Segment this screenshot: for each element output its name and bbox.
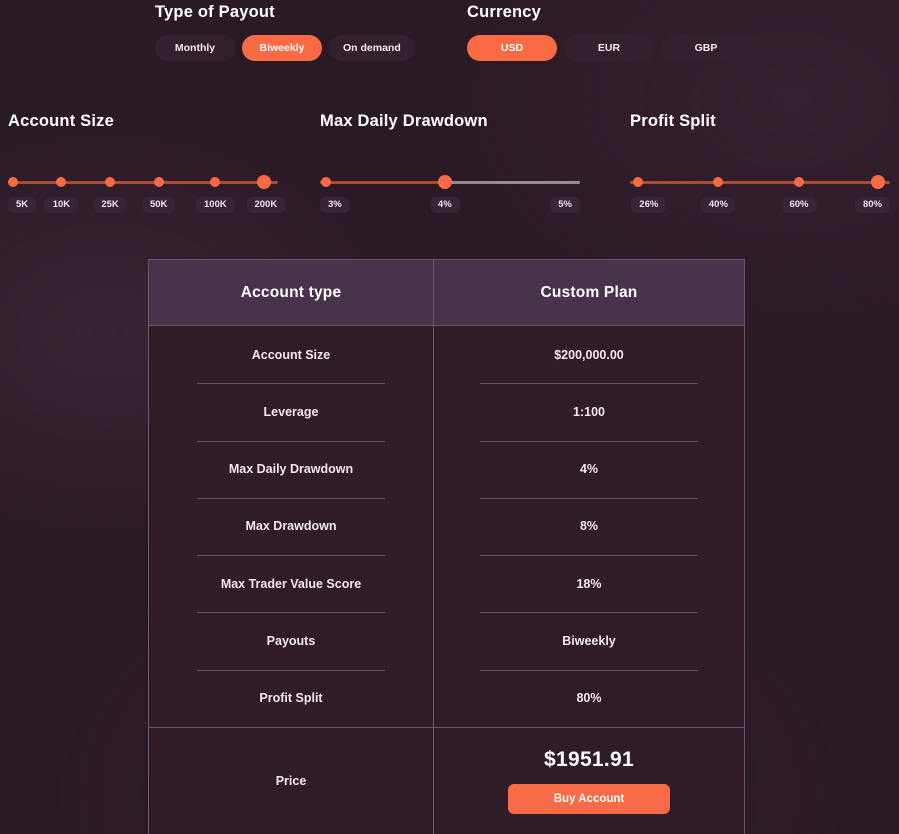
top-controls-bar: Type of Payout Monthly Biweekly On deman…	[0, 0, 899, 78]
table-row: Max Daily Drawdown	[149, 440, 433, 498]
tick-10k[interactable]: 10K	[44, 197, 79, 213]
price-cell: $1951.91 Buy Account	[434, 728, 744, 834]
payout-option-monthly[interactable]: Monthly	[155, 35, 235, 61]
table-row: Leverage	[149, 383, 433, 440]
table-body: Account Size Leverage Max Daily Drawdown…	[149, 326, 744, 727]
slider-max-daily-drawdown-ticks: 3% 4% 5%	[320, 197, 580, 216]
table-label-column: Account Size Leverage Max Daily Drawdown…	[149, 326, 434, 727]
slider-max-daily-drawdown-title: Max Daily Drawdown	[320, 112, 488, 130]
slider-dot-50k[interactable]	[153, 177, 164, 187]
tick-60pct[interactable]: 60%	[781, 197, 817, 213]
table-header-custom-plan: Custom Plan	[540, 283, 638, 301]
plan-comparison-table: Account type Custom Plan Account Size Le…	[148, 259, 745, 834]
slider-account-size-track-area[interactable]	[7, 175, 278, 189]
payout-option-biweekly[interactable]: Biweekly	[242, 35, 322, 61]
slider-dot-10k[interactable]	[56, 177, 67, 187]
tick-4pct[interactable]: 4%	[429, 197, 460, 213]
payout-type-options: Monthly Biweekly On demand	[155, 35, 415, 61]
table-header-row: Account type Custom Plan	[149, 260, 744, 326]
payout-type-title: Type of Payout	[155, 3, 275, 21]
table-row: Biweekly	[434, 612, 744, 669]
slider-profit-split: Profit Split 26% 40% 60% 80%	[630, 112, 890, 216]
buy-account-button[interactable]: Buy Account	[508, 784, 670, 814]
table-value-column: $200,000.00 1:100 4% 8% 18% Biweekly 80%	[434, 326, 744, 727]
table-row: Account Size	[251, 347, 331, 362]
currency-options: USD EUR GBP	[467, 35, 751, 61]
tick-80pct[interactable]: 80%	[854, 197, 890, 213]
currency-group: Currency USD EUR GBP	[467, 3, 751, 61]
tick-50k[interactable]: 50K	[141, 197, 176, 213]
currency-option-gbp[interactable]: GBP	[661, 35, 751, 61]
slider-track	[630, 180, 890, 184]
tick-3pct[interactable]: 3%	[320, 197, 350, 213]
tick-40pct[interactable]: 40%	[700, 197, 736, 213]
tick-200k[interactable]: 200K	[246, 197, 286, 213]
price-amount: $1951.91	[544, 748, 634, 771]
slider-dot-5k[interactable]	[7, 177, 18, 187]
table-row: Payouts	[149, 612, 433, 669]
table-row: 4%	[434, 440, 744, 498]
slider-dot-3pct[interactable]	[321, 177, 332, 187]
table-row: 8%	[434, 497, 744, 555]
table-header-account-type: Account type	[149, 260, 434, 325]
currency-title: Currency	[467, 3, 542, 21]
tick-26pct[interactable]: 26%	[631, 197, 667, 213]
slider-account-size-ticks: 5K 10K 25K 50K 100K 200K	[8, 197, 286, 216]
table-row: Profit Split	[149, 669, 433, 727]
payout-type-group: Type of Payout Monthly Biweekly On deman…	[155, 3, 415, 61]
slider-profit-split-ticks: 26% 40% 60% 80%	[630, 197, 890, 216]
tick-5pct[interactable]: 5%	[550, 197, 580, 213]
slider-dot-4pct-selected[interactable]	[437, 175, 452, 189]
sliders-section: Account Size 5K 10K 25K 50K 100K 200K Ma…	[0, 112, 899, 222]
payout-option-on-demand[interactable]: On demand	[329, 35, 415, 61]
slider-account-size: Account Size 5K 10K 25K 50K 100K 200K	[7, 112, 286, 216]
slider-max-daily-drawdown: Max Daily Drawdown 3% 4% 5%	[320, 112, 580, 216]
tick-100k[interactable]: 100K	[196, 197, 235, 213]
table-row: $200,000.00	[554, 347, 624, 362]
slider-dot-100k[interactable]	[210, 177, 221, 187]
table-row: 18%	[434, 555, 744, 612]
slider-account-size-title: Account Size	[8, 112, 115, 130]
slider-dot-60pct[interactable]	[794, 177, 804, 187]
currency-option-usd[interactable]: USD	[467, 35, 557, 61]
slider-profit-split-track-area[interactable]	[630, 175, 890, 189]
slider-dot-200k-selected[interactable]	[256, 175, 271, 189]
price-label: Price	[149, 728, 434, 834]
table-row: 80%	[434, 669, 744, 727]
table-row: Max Trader Value Score	[149, 555, 433, 612]
table-row: Max Drawdown	[149, 497, 433, 555]
slider-track	[8, 180, 278, 184]
tick-5k[interactable]: 5K	[8, 197, 37, 213]
table-row: 1:100	[434, 383, 744, 440]
slider-max-daily-drawdown-track-area[interactable]	[320, 175, 580, 189]
slider-dot-25k[interactable]	[105, 177, 116, 187]
slider-dot-40pct[interactable]	[713, 177, 724, 187]
slider-track-fill	[320, 180, 445, 184]
currency-option-eur[interactable]: EUR	[564, 35, 654, 61]
slider-dot-26pct[interactable]	[632, 177, 643, 187]
tick-25k[interactable]: 25K	[93, 197, 127, 213]
table-price-row: Price $1951.91 Buy Account	[149, 727, 744, 834]
slider-profit-split-title: Profit Split	[630, 112, 716, 130]
slider-dot-80pct-selected[interactable]	[871, 175, 886, 189]
